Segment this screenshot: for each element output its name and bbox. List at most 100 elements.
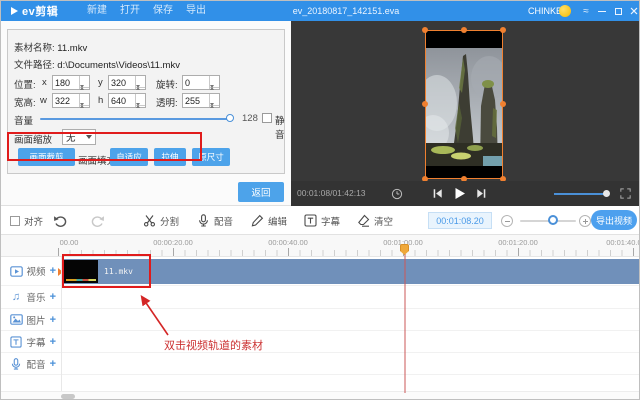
fullscreen-icon[interactable] bbox=[617, 181, 633, 206]
position-row: 位置: x y 旋转: bbox=[14, 74, 280, 90]
export-video-button[interactable]: 导出视频 bbox=[591, 210, 637, 230]
rotation-field[interactable] bbox=[182, 75, 220, 90]
selection-handle-top-left[interactable] bbox=[422, 27, 428, 33]
clip-thumbnail[interactable] bbox=[64, 260, 98, 283]
timeline-zoom-handle[interactable] bbox=[548, 215, 558, 225]
rotation-input[interactable] bbox=[183, 76, 209, 89]
selection-handle-top-mid[interactable] bbox=[461, 27, 467, 33]
ruler-label: 00:00:40.00 bbox=[268, 238, 308, 247]
logo-play-icon bbox=[11, 7, 18, 15]
zoom-out-button[interactable] bbox=[501, 215, 513, 227]
maximize-icon bbox=[615, 8, 622, 15]
add-dub-button[interactable]: + bbox=[50, 358, 56, 370]
prev-frame-button[interactable] bbox=[429, 181, 445, 206]
music-track-icon: ♫ bbox=[10, 291, 23, 304]
close-button[interactable] bbox=[627, 1, 640, 21]
width-input[interactable] bbox=[53, 94, 79, 107]
back-button[interactable]: 返回 bbox=[238, 182, 284, 202]
position-y-spinner[interactable] bbox=[135, 76, 145, 89]
preview-volume-track[interactable] bbox=[554, 193, 606, 195]
height-field[interactable] bbox=[108, 93, 146, 108]
original-size-button[interactable]: 原尺寸 bbox=[192, 148, 230, 166]
video-preview-area bbox=[291, 21, 640, 181]
avatar[interactable] bbox=[559, 5, 571, 17]
material-name-value: 11.mkv bbox=[57, 43, 87, 54]
scale-row: 画面缩放 无 bbox=[14, 128, 280, 146]
align-toggle[interactable]: 对齐 bbox=[10, 206, 43, 235]
zoom-in-button[interactable] bbox=[579, 215, 591, 227]
volume-slider-track[interactable] bbox=[40, 118, 232, 120]
menu-export[interactable]: 导出 bbox=[180, 1, 212, 21]
menu-open[interactable]: 打开 bbox=[114, 1, 146, 21]
document-title: ev_20180817_142151.eva bbox=[251, 1, 441, 21]
loop-clock-icon[interactable] bbox=[389, 181, 405, 206]
dub-track-label: 配音 bbox=[27, 357, 46, 371]
height-input[interactable] bbox=[109, 94, 135, 107]
position-x-spinner[interactable] bbox=[79, 76, 89, 89]
preview-volume-handle[interactable] bbox=[603, 190, 610, 197]
rotation-spinner[interactable] bbox=[209, 76, 219, 89]
stretch-button[interactable]: 拉伸 bbox=[154, 148, 186, 166]
add-subtitle-button[interactable]: + bbox=[50, 336, 56, 348]
horizontal-scrollbar[interactable] bbox=[1, 391, 640, 400]
add-music-button[interactable]: + bbox=[50, 291, 56, 303]
split-button[interactable]: 分割 bbox=[143, 206, 179, 235]
video-track-header: 视频 + bbox=[1, 257, 61, 285]
next-frame-button[interactable] bbox=[473, 181, 489, 206]
w-label: w bbox=[40, 95, 47, 106]
mute-checkbox[interactable] bbox=[262, 113, 272, 123]
add-video-button[interactable]: + bbox=[50, 265, 56, 277]
scale-select[interactable]: 无 bbox=[62, 129, 96, 145]
text-icon bbox=[304, 214, 317, 227]
selection-handle-mid-left[interactable] bbox=[422, 101, 428, 107]
opacity-field[interactable] bbox=[182, 93, 220, 108]
edit-toolbar: 对齐 分割 配音 bbox=[1, 206, 640, 235]
width-field[interactable] bbox=[52, 93, 90, 108]
subtitle-label: 字幕 bbox=[321, 214, 340, 228]
track-area: 视频 + 11.mkv ♫ 音乐 + 图片 + bbox=[1, 257, 640, 400]
height-spinner[interactable] bbox=[135, 94, 145, 107]
menu-new[interactable]: 新建 bbox=[81, 1, 113, 21]
eraser-icon bbox=[357, 214, 370, 227]
selection-handle-top-right[interactable] bbox=[500, 27, 506, 33]
menu-save[interactable]: 保存 bbox=[147, 1, 179, 21]
play-button[interactable] bbox=[449, 181, 469, 206]
position-y-input[interactable] bbox=[109, 76, 135, 89]
opacity-input[interactable] bbox=[183, 94, 209, 107]
add-image-button[interactable]: + bbox=[50, 314, 56, 326]
current-time-box[interactable]: 00:01:08.20 bbox=[428, 212, 492, 229]
volume-slider-handle[interactable] bbox=[226, 114, 234, 122]
edit-button[interactable]: 编辑 bbox=[251, 206, 287, 235]
position-y-field[interactable] bbox=[108, 75, 146, 90]
subtitle-button[interactable]: 字幕 bbox=[304, 206, 340, 235]
fit-button[interactable]: 自适应 bbox=[110, 148, 148, 166]
video-clip-bar[interactable]: 11.mkv bbox=[61, 259, 640, 284]
close-icon bbox=[630, 7, 638, 15]
image-track-label: 图片 bbox=[27, 313, 46, 327]
align-checkbox[interactable] bbox=[10, 216, 20, 226]
dub-button[interactable]: 配音 bbox=[197, 206, 233, 235]
ruler-ticks bbox=[58, 250, 640, 256]
opacity-spinner[interactable] bbox=[209, 94, 219, 107]
timeline-ruler[interactable]: 00.00 00:00:20.00 00:00:40.00 00:01:00.0… bbox=[1, 235, 640, 257]
app-window: ev剪辑 新建 打开 保存 导出 ev_20180817_142151.eva … bbox=[0, 0, 640, 400]
selection-handle-mid-right[interactable] bbox=[500, 101, 506, 107]
microphone-icon bbox=[197, 214, 210, 227]
scrollbar-thumb[interactable] bbox=[61, 394, 75, 399]
crop-button[interactable]: 画面裁剪 bbox=[18, 148, 75, 166]
ruler-label: 00:01:40.00 bbox=[606, 238, 640, 247]
video-frame[interactable] bbox=[425, 30, 503, 179]
redo-button[interactable] bbox=[91, 206, 105, 235]
clear-label: 清空 bbox=[374, 214, 393, 228]
scale-select-value: 无 bbox=[66, 130, 76, 144]
position-x-input[interactable] bbox=[53, 76, 79, 89]
position-x-field[interactable] bbox=[52, 75, 90, 90]
minimize-button[interactable] bbox=[595, 1, 609, 21]
theme-wave-icon[interactable]: ≈ bbox=[579, 1, 593, 21]
align-label: 对齐 bbox=[24, 214, 43, 228]
width-spinner[interactable] bbox=[79, 94, 89, 107]
dub-track-icon bbox=[10, 357, 23, 370]
undo-button[interactable] bbox=[53, 206, 67, 235]
maximize-button[interactable] bbox=[611, 1, 625, 21]
clear-button[interactable]: 清空 bbox=[357, 206, 393, 235]
